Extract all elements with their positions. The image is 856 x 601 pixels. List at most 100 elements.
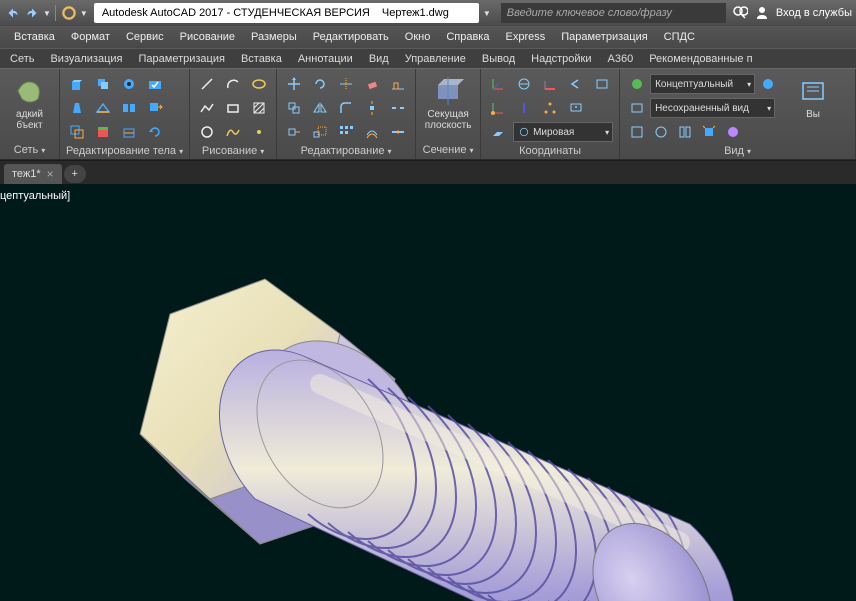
extrude-face-button[interactable] (66, 73, 88, 95)
ucs-origin-button[interactable] (487, 97, 509, 119)
ucs-view-button[interactable] (565, 97, 587, 119)
section-plane-button[interactable]: Секущаяплоскость (422, 73, 474, 141)
saved-view-icon[interactable] (626, 97, 648, 119)
view-btn-2[interactable] (650, 121, 672, 143)
clean-button[interactable] (118, 121, 140, 143)
copy-button[interactable] (283, 97, 305, 119)
extract-button[interactable]: Вы (787, 73, 839, 143)
line-button[interactable] (196, 73, 218, 95)
mirror-button[interactable] (309, 97, 331, 119)
separate-button[interactable] (118, 97, 140, 119)
panel-title-edit[interactable]: Редактирование▾ (283, 143, 409, 159)
workspace-button[interactable] (60, 4, 78, 22)
ucs-named-button[interactable] (591, 73, 613, 95)
align-button[interactable] (387, 73, 409, 95)
ucs-face-button[interactable] (487, 121, 509, 143)
ucs-world-button[interactable] (513, 73, 535, 95)
new-tab-button[interactable]: + (64, 165, 86, 183)
view-btn-3[interactable] (674, 121, 696, 143)
viewport[interactable]: цептуальный] (0, 184, 856, 601)
panel-title-coords[interactable]: Координаты (487, 143, 613, 159)
ucs-x-button[interactable] (539, 73, 561, 95)
hatch-button[interactable] (248, 97, 270, 119)
ucs-prev-button[interactable] (565, 73, 587, 95)
view-btn-4[interactable] (698, 121, 720, 143)
undo-button[interactable] (4, 4, 22, 22)
ucs-3point-button[interactable] (539, 97, 561, 119)
tab-visual[interactable]: Визуализация (42, 49, 130, 68)
menu-insert[interactable]: Вставка (6, 26, 63, 48)
offset-face-button[interactable] (66, 121, 88, 143)
check-button[interactable] (144, 73, 166, 95)
erase-button[interactable] (361, 73, 383, 95)
stretch-button[interactable] (283, 121, 305, 143)
point-button[interactable] (248, 121, 270, 143)
fillet-button[interactable] (335, 97, 357, 119)
tab-param[interactable]: Параметризация (131, 49, 233, 68)
panel-title-section[interactable]: Сечение▾ (422, 141, 474, 159)
ucs-icon-button[interactable] (487, 73, 509, 95)
tab-annotate[interactable]: Аннотации (290, 49, 361, 68)
copy-edge-button[interactable] (92, 73, 114, 95)
tab-manage[interactable]: Управление (397, 49, 474, 68)
workspace-dropdown-icon[interactable]: ▼ (80, 9, 88, 18)
polyline-button[interactable] (196, 97, 218, 119)
menu-window[interactable]: Окно (397, 26, 439, 48)
view-btn-5[interactable] (722, 121, 744, 143)
close-tab-icon[interactable]: × (47, 167, 54, 181)
title-dropdown-icon[interactable]: ▼ (483, 9, 491, 18)
rotate-button[interactable] (309, 73, 331, 95)
imprint-button[interactable] (92, 97, 114, 119)
panel-title-body-edit[interactable]: Редактирование тела▾ (66, 143, 183, 159)
search-icon[interactable] (732, 5, 748, 21)
menu-param[interactable]: Параметризация (553, 26, 655, 48)
tab-insert[interactable]: Вставка (233, 49, 290, 68)
ucs-z-button[interactable] (513, 97, 535, 119)
menu-edit[interactable]: Редактировать (305, 26, 397, 48)
menu-spds[interactable]: СПДС (656, 26, 703, 48)
tab-addons[interactable]: Надстройки (523, 49, 599, 68)
explode-button[interactable] (361, 97, 383, 119)
shade-button[interactable] (757, 73, 779, 95)
menu-express[interactable]: Express (497, 26, 553, 48)
rectangle-button[interactable] (222, 97, 244, 119)
panel-title-view[interactable]: Вид▾ (626, 143, 849, 159)
smooth-object-button[interactable]: адкийбъект (6, 73, 53, 141)
arc-button[interactable] (222, 73, 244, 95)
array-button[interactable] (335, 121, 357, 143)
circle-button[interactable] (196, 121, 218, 143)
search-input[interactable]: Введите ключевое слово/фразу (501, 3, 726, 23)
menu-help[interactable]: Справка (438, 26, 497, 48)
login-label[interactable]: Вход в службы (776, 7, 852, 19)
qat-dropdown-icon[interactable]: ▼ (43, 9, 51, 18)
saved-view-combo[interactable]: Несохраненный вид (650, 98, 775, 118)
menu-format[interactable]: Формат (63, 26, 118, 48)
spline-button[interactable] (222, 121, 244, 143)
tab-view[interactable]: Вид (361, 49, 397, 68)
menu-service[interactable]: Сервис (118, 26, 172, 48)
panel-title-mesh[interactable]: Сеть▾ (6, 141, 53, 159)
tab-recommended[interactable]: Рекомендованные п (641, 49, 760, 68)
color-edge-button[interactable] (92, 121, 114, 143)
tab-output[interactable]: Вывод (474, 49, 523, 68)
rotate-face-button[interactable] (144, 121, 166, 143)
join-button[interactable] (387, 121, 409, 143)
doc-tab-active[interactable]: теж1* × (4, 164, 62, 184)
shell-button[interactable] (118, 73, 140, 95)
menu-draw[interactable]: Рисование (172, 26, 243, 48)
tab-a360[interactable]: A360 (600, 49, 642, 68)
trim-button[interactable] (335, 73, 357, 95)
visual-style-combo[interactable]: Концептуальный (650, 74, 755, 94)
break-button[interactable] (387, 97, 409, 119)
view-btn-1[interactable] (626, 121, 648, 143)
panel-title-draw[interactable]: Рисование▾ (196, 143, 270, 159)
offset-button[interactable] (361, 121, 383, 143)
visual-style-icon[interactable] (626, 73, 648, 95)
menu-dimensions[interactable]: Размеры (243, 26, 305, 48)
tab-mesh[interactable]: Сеть (2, 49, 42, 68)
ellipse-button[interactable] (248, 73, 270, 95)
ucs-combo[interactable]: Мировая (513, 122, 613, 142)
redo-button[interactable] (23, 4, 41, 22)
move-button[interactable] (283, 73, 305, 95)
scale-button[interactable] (309, 121, 331, 143)
